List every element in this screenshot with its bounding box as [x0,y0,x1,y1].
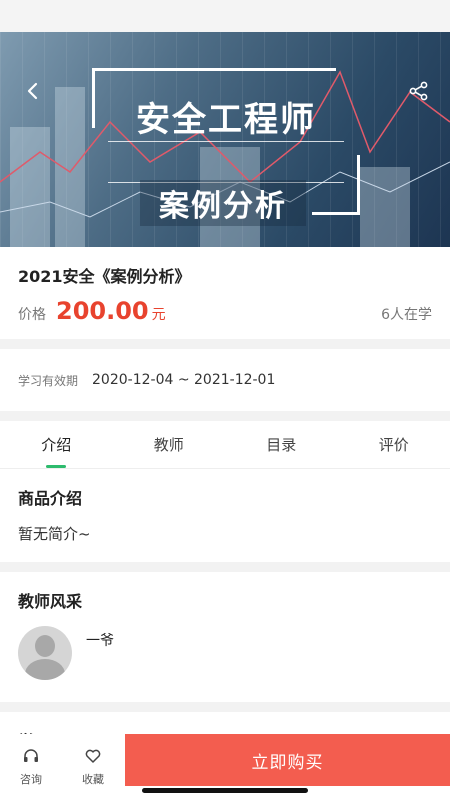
tab-label: 教师 [153,436,184,454]
active-tab-indicator [46,465,67,468]
tab-catalog[interactable]: 目录 [225,421,338,468]
heart-icon [85,749,101,763]
favorite-label: 收藏 [82,773,104,786]
intro-title: 商品介绍 [18,489,83,508]
banner-frame-line [92,68,336,71]
teacher-section-title: 教师风采 [18,592,83,611]
bottom-action-bar: 咨询 收藏 立即购买 [0,734,450,800]
detail-tabs: 介绍 教师 目录 评价 [0,421,450,469]
tab-label: 目录 [266,436,297,454]
status-bar [0,0,450,32]
course-title: 2021安全《案例分析》 [18,267,191,286]
consult-label: 咨询 [20,773,42,786]
tab-label: 介绍 [41,436,72,454]
course-info-card: 2021安全《案例分析》 价格 200.00 元 6人在学 [0,247,450,339]
favorite-button[interactable]: 收藏 [62,734,124,800]
price-value: 200.00 [56,297,149,325]
intro-text: 暂无简介~ [18,525,91,543]
teacher-name: 一爷 [86,633,114,649]
validity-label: 学习有效期 [18,373,79,388]
avatar-placeholder-icon [35,635,55,657]
price-label: 价格 [18,307,46,323]
share-icon [409,81,428,101]
price-unit: 元 [151,307,166,323]
banner-subtitle: 案例分析 [159,189,287,224]
tab-teacher[interactable]: 教师 [113,421,226,468]
tab-label: 评价 [378,436,409,454]
home-indicator [142,788,308,793]
learner-count: 6人在学 [381,307,432,323]
validity-row: 学习有效期 2020-12-04 ~ 2021-12-01 [0,349,450,411]
course-banner: 安全工程师 案例分析 [0,32,450,247]
tab-intro[interactable]: 介绍 [0,421,113,468]
teacher-item[interactable]: 一爷 [18,626,432,680]
banner-subtitle-box: 案例分析 [140,180,306,226]
consult-button[interactable]: 咨询 [0,734,62,800]
price-row: 价格 200.00 元 6人在学 [18,297,432,325]
headphones-icon [24,749,38,762]
banner-frame-corner [338,155,360,215]
avatar [18,626,72,680]
banner-title: 安全工程师 [136,100,316,140]
share-button[interactable] [408,80,430,102]
chevron-left-icon [27,82,38,100]
back-button[interactable] [22,80,44,102]
banner-title-box: 安全工程师 [108,92,344,142]
tab-reviews[interactable]: 评价 [338,421,450,468]
teacher-section: 教师风采 一爷 [0,572,450,702]
banner-frame-line [312,212,360,215]
intro-section: 商品介绍 暂无简介~ [0,469,450,562]
buy-now-button[interactable]: 立即购买 [125,734,450,786]
validity-value: 2020-12-04 ~ 2021-12-01 [92,372,276,388]
